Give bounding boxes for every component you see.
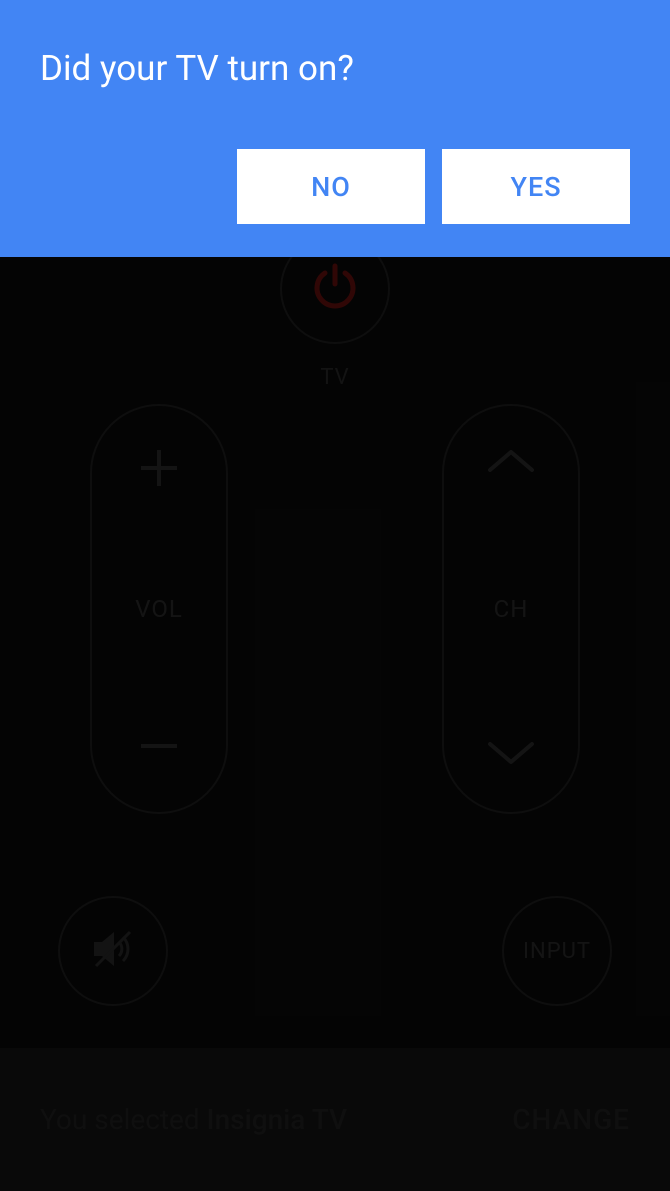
yes-button[interactable]: YES <box>442 149 630 224</box>
no-button[interactable]: NO <box>237 149 425 224</box>
yes-label: YES <box>510 171 561 203</box>
confirmation-dialog: Did your TV turn on? NO YES <box>0 0 670 257</box>
dialog-title: Did your TV turn on? <box>0 0 670 89</box>
dialog-button-row: NO YES <box>237 149 630 224</box>
no-label: NO <box>311 171 351 203</box>
